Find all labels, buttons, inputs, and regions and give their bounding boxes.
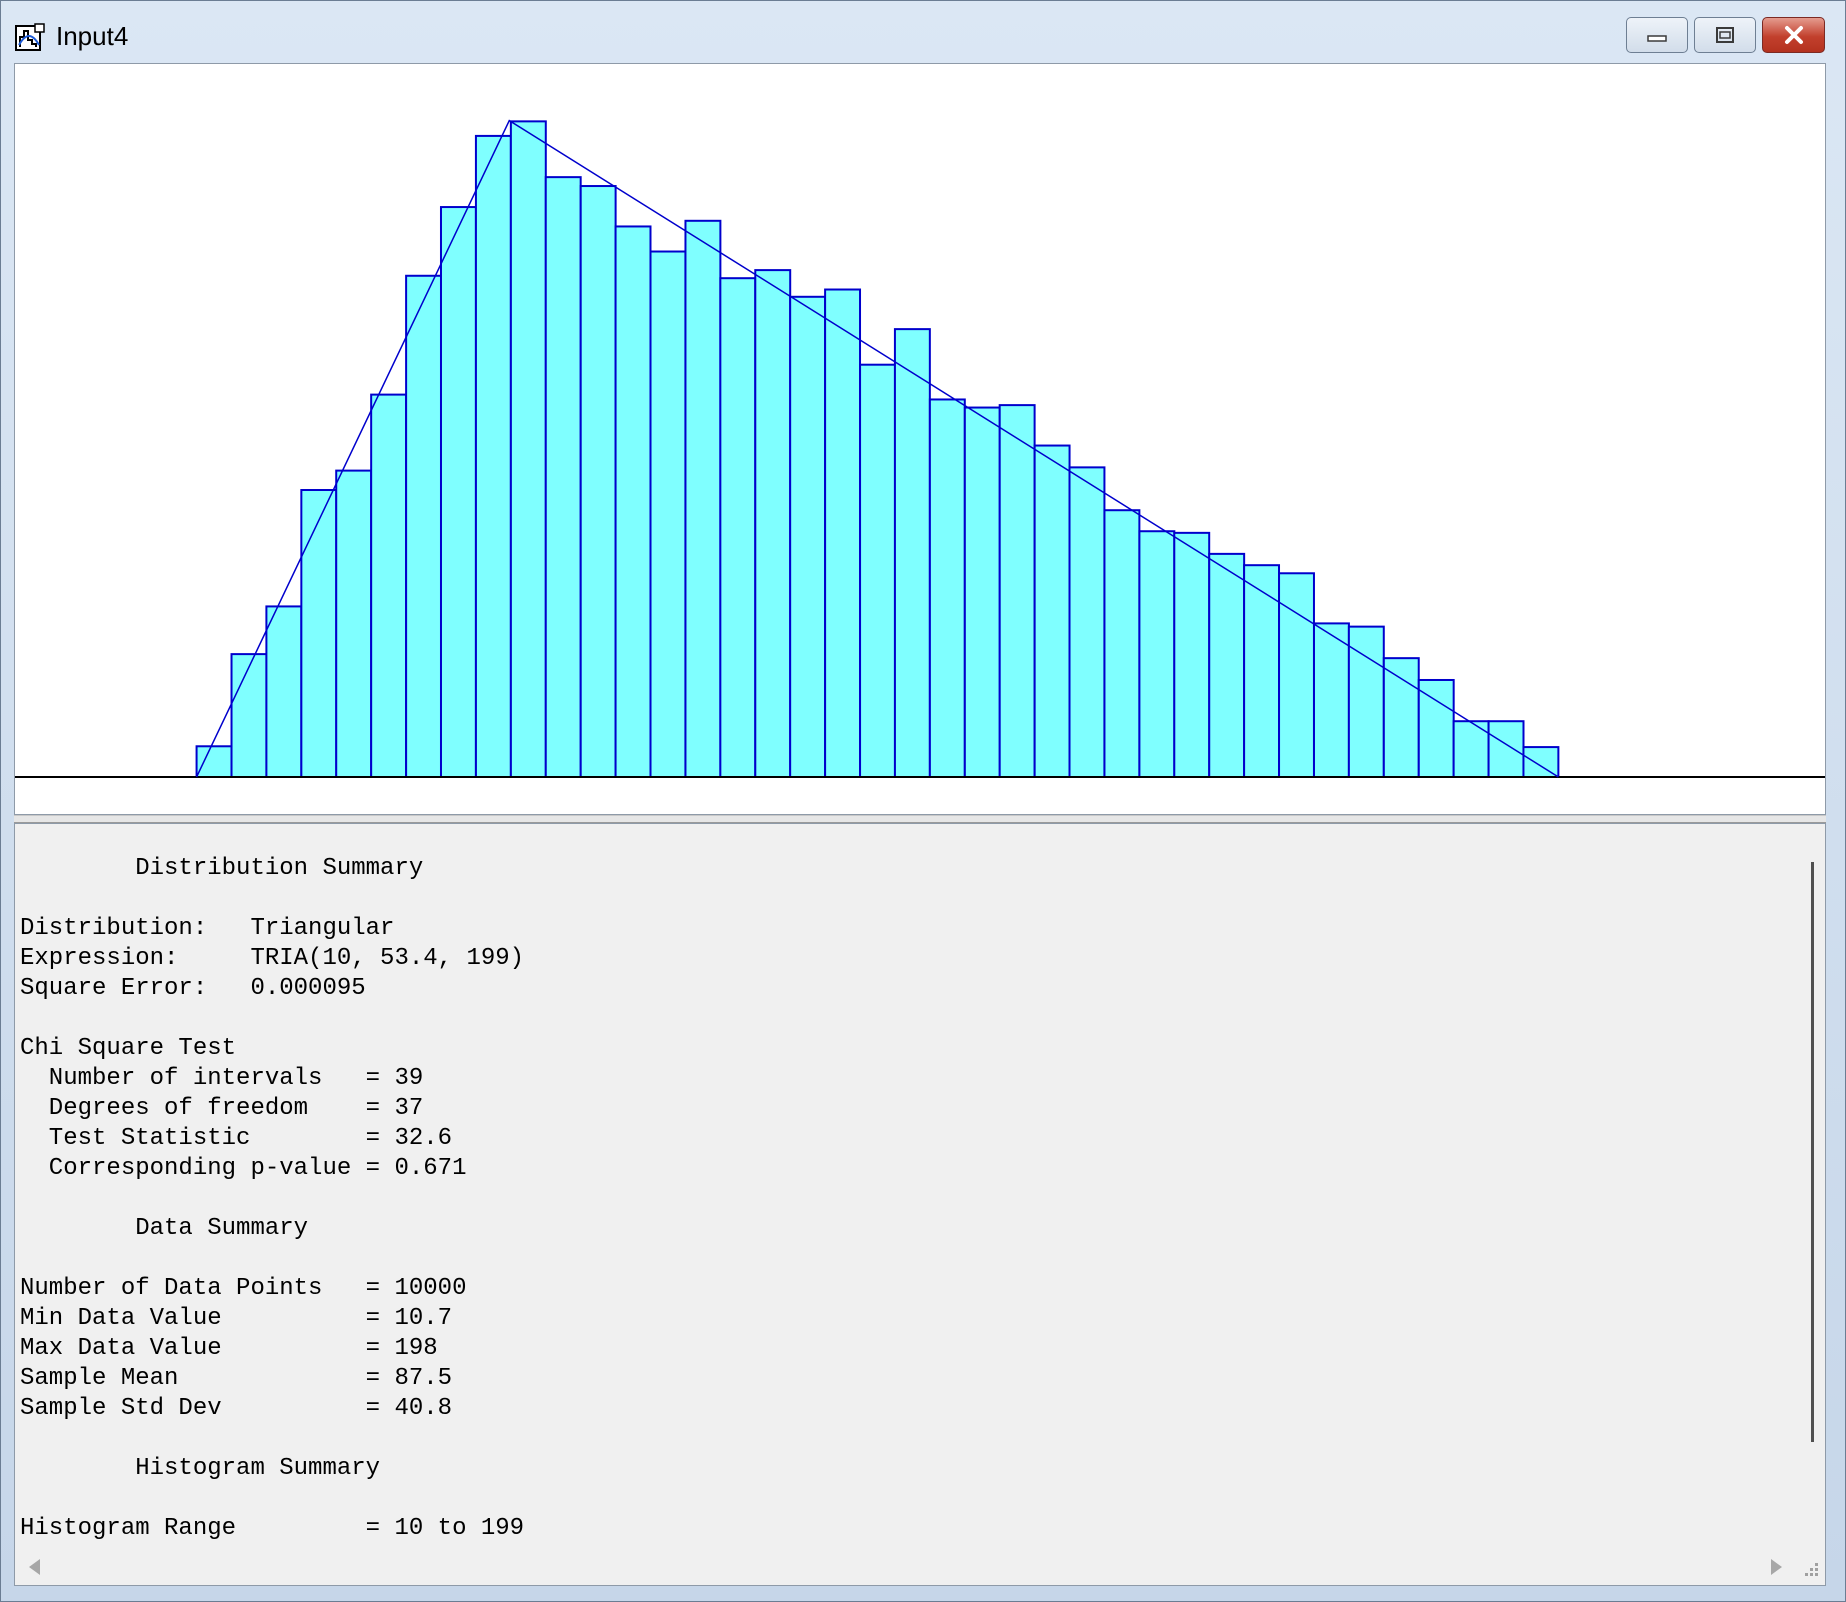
horizontal-scrollbar[interactable]: [15, 1549, 1825, 1585]
histogram-app-icon: [15, 23, 45, 51]
close-button[interactable]: [1762, 17, 1825, 53]
application-window: Input4 Distribution Summary Distribution…: [0, 0, 1846, 1602]
histogram-bar: [789, 295, 827, 778]
histogram-bar: [754, 269, 792, 778]
histogram-bar: [405, 274, 443, 778]
close-icon: [1784, 26, 1803, 44]
vertical-scrollbar[interactable]: [1803, 824, 1825, 1549]
histogram-bar: [928, 398, 966, 778]
histogram-bar: [439, 206, 477, 779]
histogram-bar: [1312, 622, 1350, 778]
distribution-summary-text: Distribution Summary Distribution: Trian…: [20, 855, 525, 1542]
histogram-bar: [509, 120, 547, 779]
histogram-chart-pane: [14, 63, 1826, 815]
histogram-bar: [370, 393, 408, 778]
title-bar[interactable]: Input4: [1, 1, 1845, 63]
histogram-bar: [1208, 552, 1246, 778]
histogram-bar: [1243, 564, 1281, 778]
window-title: Input4: [56, 21, 129, 51]
restore-button[interactable]: [1694, 17, 1756, 53]
histogram-bar: [195, 745, 233, 779]
histogram-bar: [1173, 531, 1211, 778]
minimize-icon: [1647, 35, 1667, 42]
pane-splitter[interactable]: [14, 815, 1826, 823]
histogram-bar: [300, 489, 338, 778]
histogram-bar: [684, 219, 722, 778]
size-grip-icon[interactable]: [1801, 1559, 1821, 1579]
histogram-bar: [614, 225, 652, 779]
summary-pane: Distribution Summary Distribution: Trian…: [14, 823, 1826, 1586]
histogram-bar: [1033, 444, 1071, 778]
histogram-bar: [1382, 657, 1420, 778]
histogram-bar: [265, 605, 303, 778]
histogram-bar: [1138, 530, 1176, 778]
histogram-bar: [1522, 746, 1560, 778]
histogram-bar: [824, 288, 862, 778]
histogram-bar: [230, 653, 268, 778]
histogram-bar: [719, 277, 757, 778]
histogram-bar: [335, 469, 373, 778]
restore-icon: [1716, 27, 1734, 43]
histogram-bar: [893, 328, 931, 778]
histogram-bar: [544, 176, 582, 779]
scroll-right-arrow-icon[interactable]: [1771, 1559, 1782, 1575]
vertical-scroll-thumb[interactable]: [1811, 862, 1814, 1442]
histogram-chart: [15, 119, 1825, 779]
histogram-bar: [1278, 572, 1315, 778]
histogram-bar: [649, 250, 687, 778]
histogram-bar: [1417, 678, 1455, 779]
histogram-bar: [859, 363, 896, 778]
histogram-bar: [474, 134, 512, 778]
histogram-bar: [1487, 720, 1525, 779]
histogram-bar: [579, 185, 617, 779]
minimize-button[interactable]: [1626, 17, 1688, 53]
histogram-bar: [998, 404, 1036, 778]
histogram-bar: [1103, 509, 1141, 778]
scroll-left-arrow-icon[interactable]: [29, 1559, 40, 1575]
histogram-bar: [1068, 466, 1106, 778]
histogram-bar: [963, 406, 1001, 778]
